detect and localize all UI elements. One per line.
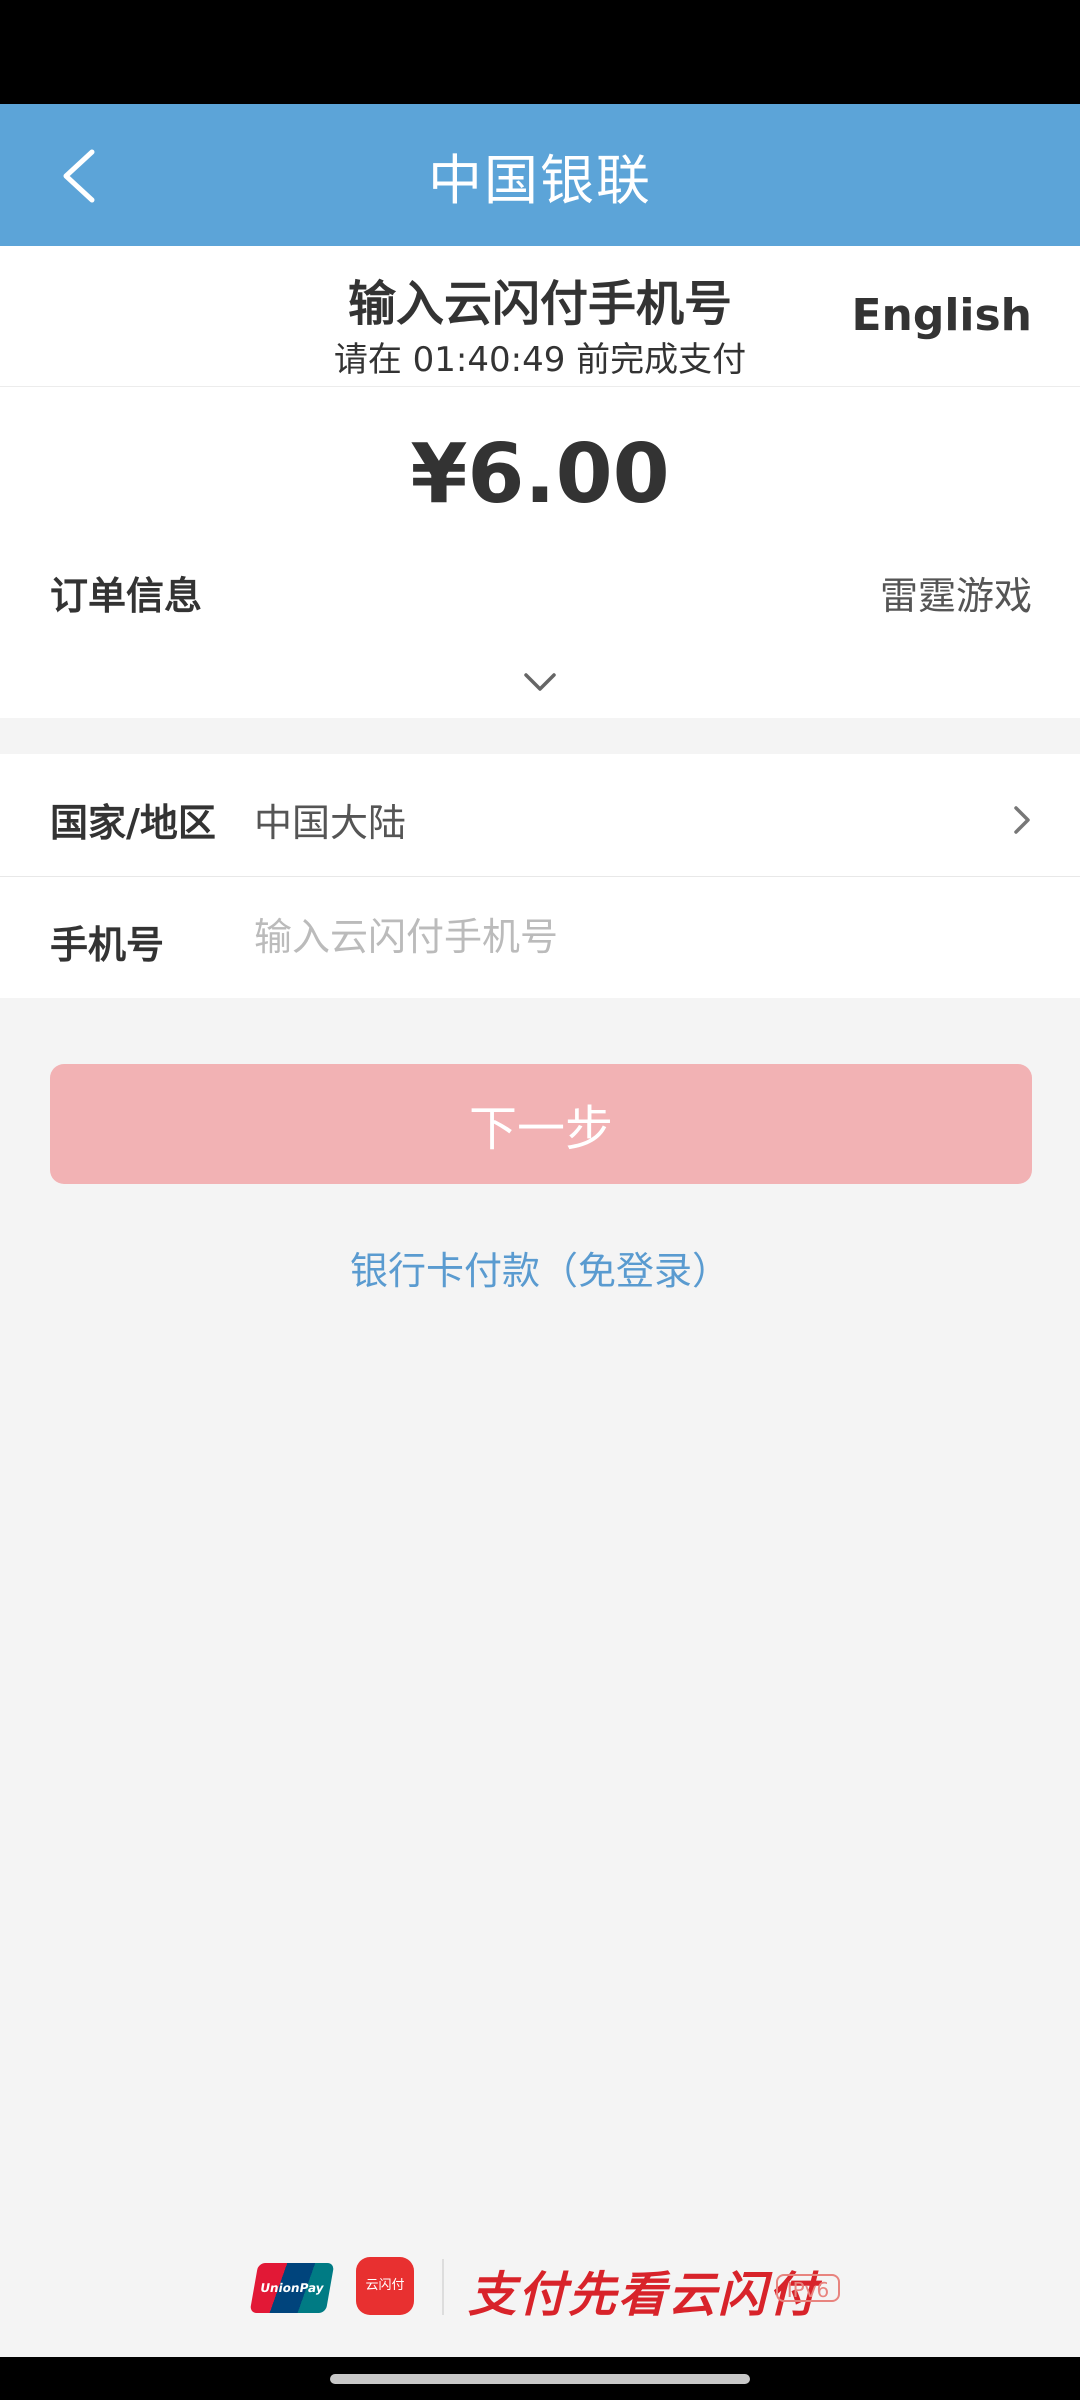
chevron-left-icon — [63, 149, 95, 203]
country-label: 国家/地区 — [50, 801, 216, 845]
payment-amount: ¥6.00 — [410, 427, 670, 522]
next-step-button[interactable]: 下一步 — [50, 1064, 1032, 1184]
cloudpay-app-icon: 云闪付 — [356, 2257, 414, 2315]
order-panel: ¥6.00 订单信息 雷霆游戏 — [0, 387, 1080, 718]
unionpay-logo-icon: UnionPay 银联 — [249, 2263, 335, 2313]
status-bar — [0, 0, 1080, 104]
phone-input[interactable] — [254, 906, 1014, 968]
order-info-label: 订单信息 — [50, 574, 203, 618]
back-button[interactable] — [52, 146, 108, 206]
footer-divider — [442, 2259, 444, 2315]
page-header: 输入云闪付手机号 请在 01:40:49 前完成支付 English — [0, 246, 1080, 387]
nav-title: 中国银联 — [428, 148, 652, 212]
chevron-down-icon — [524, 673, 556, 691]
phone-form: 国家/地区 中国大陆 手机号 — [0, 754, 1080, 998]
merchant-name: 雷霆游戏 — [879, 574, 1032, 618]
bank-card-pay-link[interactable]: 银行卡付款（免登录） — [0, 1240, 1080, 1295]
phone-label: 手机号 — [50, 923, 165, 967]
nav-bar: 中国银联 — [0, 104, 1080, 246]
footer: UnionPay 银联 云闪付 支付先看云闪付 IPv6 — [0, 2255, 1080, 2325]
country-value: 中国大陆 — [254, 801, 407, 845]
order-expand-button[interactable] — [522, 671, 558, 695]
home-indicator[interactable] — [330, 2374, 750, 2384]
language-switch-button[interactable]: English — [851, 290, 1032, 341]
country-selector[interactable]: 国家/地区 中国大陆 — [0, 754, 1080, 877]
ipv6-badge: IPv6 — [776, 2274, 840, 2302]
chevron-right-icon — [1012, 804, 1032, 836]
footer-slogan: 支付先看云闪付 — [468, 2267, 819, 2323]
phone-row: 手机号 — [0, 876, 1080, 998]
